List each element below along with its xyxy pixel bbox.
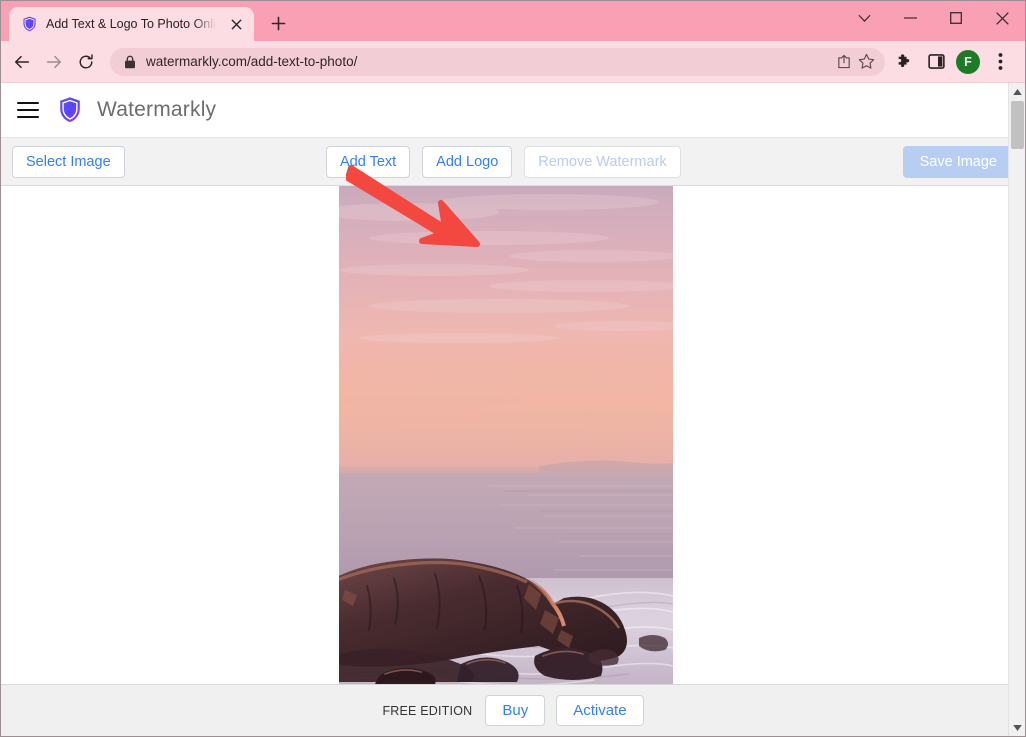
- tab-title: Add Text & Logo To Photo Online: [46, 17, 218, 31]
- shield-icon: [57, 96, 83, 124]
- shield-icon: [21, 15, 38, 33]
- browser-menu-button[interactable]: [985, 47, 1015, 77]
- hamburger-icon[interactable]: [17, 102, 39, 118]
- minimize-button[interactable]: [887, 1, 933, 35]
- add-logo-button[interactable]: Add Logo: [422, 145, 513, 178]
- close-window-button[interactable]: [979, 1, 1025, 35]
- arrow-right-icon: [46, 55, 62, 68]
- select-image-button[interactable]: Select Image: [12, 145, 125, 178]
- activate-button[interactable]: Activate: [556, 695, 644, 726]
- side-panel-icon: [927, 54, 945, 69]
- puzzle-icon: [898, 54, 909, 68]
- window-controls: [841, 1, 1025, 41]
- url-text: watermarkly.com/add-text-to-photo/: [146, 54, 358, 69]
- extensions-button[interactable]: [889, 47, 919, 77]
- forward-button[interactable]: [39, 47, 69, 77]
- close-icon: [995, 11, 1009, 25]
- edition-label: FREE EDITION: [382, 703, 473, 718]
- app-toolbar: Select Image Add Text Add Logo Remove Wa…: [1, 138, 1025, 186]
- three-dots-icon: [998, 53, 1002, 70]
- add-text-button[interactable]: Add Text: [326, 145, 411, 178]
- share-icon[interactable]: [836, 54, 852, 70]
- minimize-icon: [903, 17, 917, 19]
- reload-button[interactable]: [71, 47, 101, 77]
- plus-icon: [271, 16, 285, 30]
- chevron-down-icon: [857, 14, 871, 22]
- tab-strip: Add Text & Logo To Photo Online: [1, 1, 1025, 41]
- image-canvas[interactable]: [1, 186, 1025, 684]
- star-icon[interactable]: [858, 53, 875, 70]
- close-icon[interactable]: [226, 14, 246, 34]
- address-bar[interactable]: watermarkly.com/add-text-to-photo/: [110, 47, 885, 76]
- photo-frame: [339, 186, 673, 684]
- profile-initial: F: [956, 49, 980, 74]
- brand-logo[interactable]: Watermarkly: [57, 96, 216, 124]
- browser-toolbar: watermarkly.com/add-text-to-photo/ F: [1, 41, 1025, 83]
- lock-icon: [124, 55, 136, 69]
- save-image-button[interactable]: Save Image: [902, 145, 1014, 178]
- buy-button[interactable]: Buy: [485, 695, 546, 726]
- tab-search-button[interactable]: [841, 1, 887, 35]
- browser-tab[interactable]: Add Text & Logo To Photo Online: [9, 7, 254, 41]
- page-scrollbar[interactable]: [1008, 83, 1025, 736]
- photo: [339, 186, 673, 684]
- scrollbar-thumb[interactable]: [1011, 101, 1024, 149]
- maximize-icon: [950, 12, 962, 24]
- caret-down-icon[interactable]: [1009, 719, 1025, 736]
- page-viewport: Watermarkly Select Image Add Text Add Lo…: [1, 83, 1025, 736]
- maximize-button[interactable]: [933, 1, 979, 35]
- reload-icon: [79, 53, 93, 68]
- caret-up-icon[interactable]: [1009, 83, 1025, 100]
- side-panel-button[interactable]: [921, 47, 951, 77]
- new-tab-button[interactable]: [263, 8, 293, 38]
- site-header: Watermarkly: [1, 83, 1025, 138]
- site-footer: FREE EDITION Buy Activate: [1, 684, 1025, 736]
- arrow-left-icon: [14, 55, 30, 68]
- back-button[interactable]: [7, 47, 37, 77]
- brand-name: Watermarkly: [97, 98, 217, 121]
- browser-window: Add Text & Logo To Photo Online watermar…: [0, 0, 1026, 737]
- remove-watermark-button[interactable]: Remove Watermark: [524, 145, 681, 178]
- avatar[interactable]: F: [953, 47, 983, 77]
